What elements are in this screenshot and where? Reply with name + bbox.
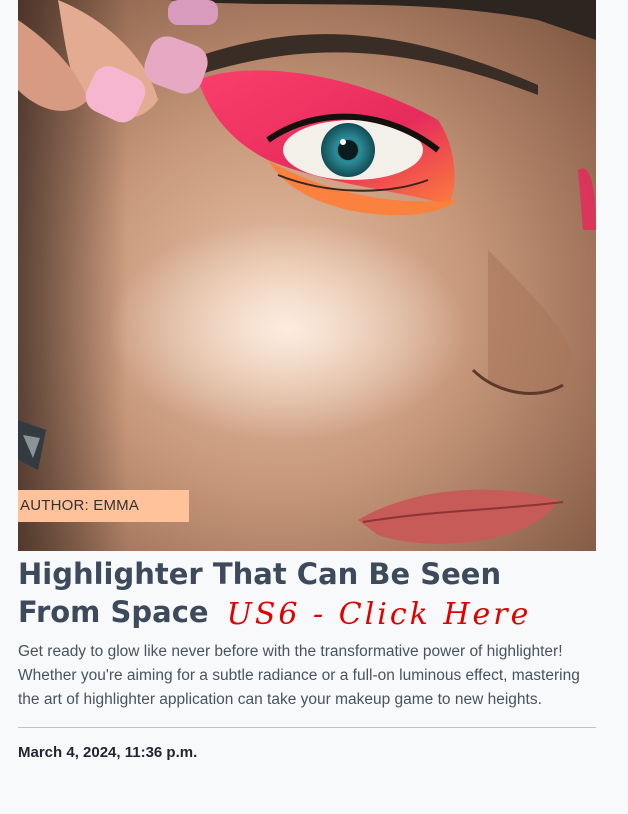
article-title[interactable]: Highlighter That Can Be Seen From Space U… (18, 551, 578, 632)
divider (18, 727, 596, 728)
handwritten-annotation: US6 - Click Here (226, 597, 532, 632)
makeup-face-illustration (18, 0, 596, 551)
author-badge: AUTHOR: EMMA (18, 490, 189, 522)
article-card[interactable]: AUTHOR: EMMA Highlighter That Can Be See… (18, 0, 596, 761)
article-date: March 4, 2024, 11:36 p.m. (18, 744, 198, 761)
article-excerpt: Get ready to glow like never before with… (18, 643, 580, 708)
article-hero-image[interactable]: AUTHOR: EMMA (18, 0, 596, 551)
